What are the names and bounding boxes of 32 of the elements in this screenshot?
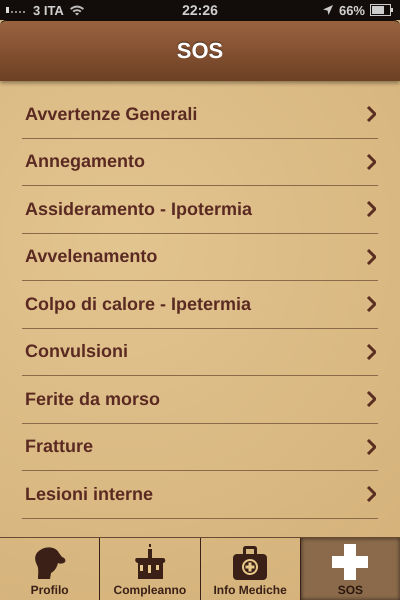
chevron-icon <box>366 438 376 455</box>
medical-bag-icon <box>231 545 270 581</box>
signal-icon <box>6 7 28 13</box>
tab[interactable]: Profilo <box>0 538 100 600</box>
list-item[interactable]: Lesioni interne <box>22 471 378 518</box>
location-arrow-icon <box>322 4 334 16</box>
chevron-icon <box>366 296 376 312</box>
chevron-icon <box>366 391 376 408</box>
battery-percentage: 66% <box>338 2 365 18</box>
list-item[interactable]: Colpo di calore - Ipetermia <box>22 281 378 328</box>
wifi-icon <box>68 4 85 16</box>
list-item[interactable]: Avvelenamento <box>22 234 378 281</box>
chevron-icon <box>366 344 376 360</box>
list-item[interactable]: Fratture <box>22 424 378 471</box>
chevron-icon <box>366 154 376 170</box>
battery-icon <box>370 4 394 16</box>
list-item[interactable]: Avvertenze Generali <box>22 91 378 138</box>
list-item[interactable]: Assideramento - Ipotermia <box>22 186 378 234</box>
chevron-icon <box>366 106 376 122</box>
list-item[interactable]: Annegamento <box>22 138 378 186</box>
chevron-icon <box>366 201 376 218</box>
screen-title: SOS <box>176 38 224 64</box>
tab[interactable]: Info Mediche <box>200 538 301 600</box>
tab[interactable]: Compleanno <box>100 538 200 600</box>
medical-cross-icon <box>331 543 370 581</box>
carrier-name: 3 ITA <box>33 2 64 18</box>
list-item[interactable]: Convulsioni <box>22 328 378 376</box>
chevron-icon <box>366 248 376 265</box>
list-item[interactable]: Ferite da morso <box>22 376 378 424</box>
clock-time: 22:26 <box>182 2 218 18</box>
tab[interactable]: SOS <box>300 538 400 600</box>
chevron-icon <box>366 486 376 502</box>
